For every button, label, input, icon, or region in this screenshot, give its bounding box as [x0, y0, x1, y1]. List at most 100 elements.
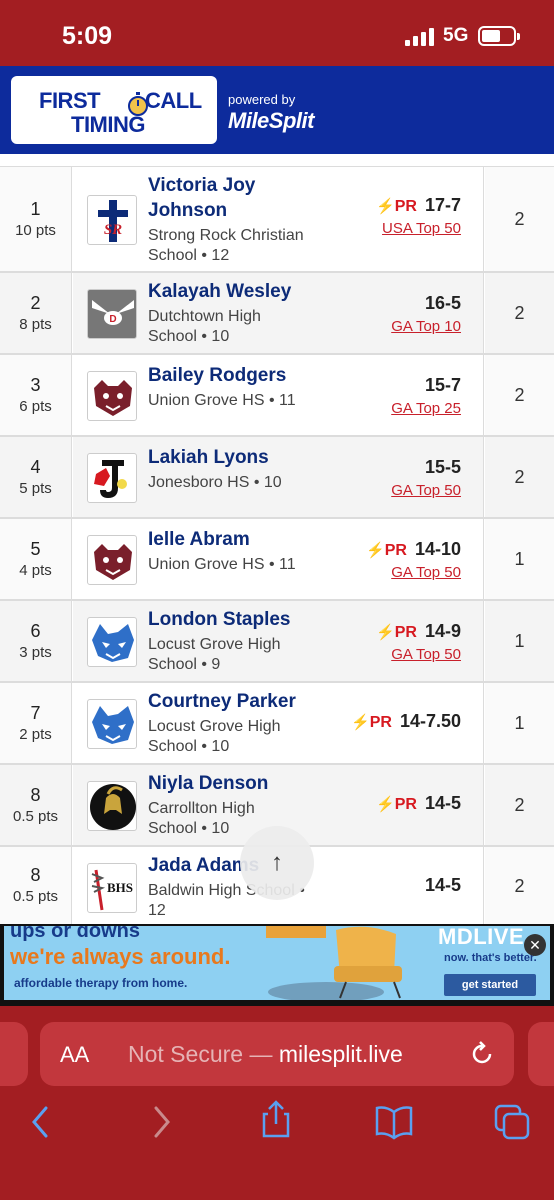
- place-cell: 7 2 pts: [0, 683, 72, 763]
- table-row[interactable]: 7 2 pts Courtney Parker Locust Grove Hig…: [0, 682, 554, 764]
- dutchtown-logo-icon: D: [87, 289, 137, 339]
- ranking-link[interactable]: GA Top 50: [366, 564, 461, 581]
- athlete-name-link[interactable]: Bailey Rodgers: [148, 363, 308, 388]
- logo-word-timing: TIMING: [71, 112, 146, 137]
- mark-value: 16-5: [424, 293, 461, 313]
- ranking-link[interactable]: GA Top 10: [391, 318, 461, 335]
- pr-badge: PR: [369, 714, 392, 731]
- heats-cell: 2: [485, 273, 554, 353]
- athlete-name-link[interactable]: Kalayah Wesley: [148, 279, 308, 304]
- ad-close-icon[interactable]: ✕: [524, 934, 546, 956]
- athlete-cell: Courtney Parker Locust Grove High School…: [73, 683, 484, 763]
- powered-by-label: powered by: [228, 92, 296, 107]
- heats-cell: 2: [485, 765, 554, 845]
- place-cell: 5 4 pts: [0, 519, 72, 599]
- ad-tagline: now. that's better.: [444, 952, 537, 964]
- athlete-name-link[interactable]: Ielle Abram: [148, 527, 308, 552]
- reader-options-button[interactable]: AA: [60, 1042, 89, 1068]
- status-bar: 5:09 5G: [0, 0, 554, 66]
- place-cell: 3 6 pts: [0, 355, 72, 435]
- arrow-up-icon: ↑: [271, 849, 283, 876]
- share-icon[interactable]: [256, 1100, 296, 1140]
- heats-cell: 1: [485, 683, 554, 763]
- athlete-name-link[interactable]: Courtney Parker: [148, 689, 308, 714]
- place-cell: 6 3 pts: [0, 601, 72, 681]
- table-row[interactable]: 2 8 pts D Kalayah Wesley Dutchtown High …: [0, 272, 554, 354]
- logo-word-first: FIRST: [39, 88, 101, 113]
- previous-tab-peek[interactable]: [0, 1022, 28, 1086]
- athlete-school: Dutchtown High School • 10: [148, 308, 261, 345]
- armchair-image: [266, 926, 402, 1000]
- url-display[interactable]: Not Secure — milesplit.live: [128, 1041, 403, 1068]
- place-points: 8 pts: [19, 316, 52, 333]
- place-points: 2 pts: [19, 726, 52, 743]
- heats-cell: 2: [485, 167, 554, 271]
- place-points: 6 pts: [19, 398, 52, 415]
- tabs-icon[interactable]: [492, 1102, 532, 1142]
- ad-banner[interactable]: ups or downs we're always around. afford…: [0, 924, 554, 1006]
- athlete-name-link[interactable]: Niyla Denson: [148, 771, 308, 796]
- table-row[interactable]: 4 5 pts Lakiah Lyons Jonesboro HS • 10 1…: [0, 436, 554, 518]
- pr-lightning-icon: ⚡: [351, 714, 370, 731]
- athlete-cell: SR Victoria Joy Johnson Strong Rock Chri…: [73, 167, 484, 271]
- ad-get-started-button[interactable]: get started: [444, 974, 536, 996]
- next-tab-peek[interactable]: [528, 1022, 554, 1086]
- forward-arrow-icon[interactable]: [140, 1102, 180, 1142]
- place-cell: 2 8 pts: [0, 273, 72, 353]
- place-points: 4 pts: [19, 562, 52, 579]
- signal-icon: [405, 28, 435, 46]
- athlete-cell: Bailey Rodgers Union Grove HS • 11 15-7 …: [73, 355, 484, 435]
- status-time: 5:09: [62, 22, 113, 50]
- heats-cell: 1: [485, 519, 554, 599]
- mark-value: 17-7: [424, 195, 461, 215]
- pr-lightning-icon: ⚡: [376, 198, 395, 215]
- place-cell: 8 0.5 pts: [0, 765, 72, 845]
- athlete-name-link[interactable]: Victoria Joy Johnson: [148, 173, 308, 223]
- ranking-link[interactable]: GA Top 50: [391, 482, 461, 499]
- athlete-school: Strong Rock Christian School • 12: [148, 227, 304, 264]
- place-number: 3: [30, 375, 41, 395]
- heats-cell: 2: [485, 437, 554, 517]
- athlete-school: Union Grove HS • 11: [148, 556, 296, 573]
- table-row[interactable]: 3 6 pts Bailey Rodgers Union Grove HS • …: [0, 354, 554, 436]
- table-row[interactable]: 6 3 pts London Staples Locust Grove High…: [0, 600, 554, 682]
- scroll-to-top-button[interactable]: ↑: [240, 826, 314, 900]
- wolverine-logo-icon: [87, 535, 137, 585]
- place-points: 10 pts: [15, 222, 56, 239]
- back-arrow-icon[interactable]: [22, 1102, 62, 1142]
- not-secure-label: Not Secure —: [128, 1041, 273, 1067]
- table-row[interactable]: 1 10 pts SR Victoria Joy Johnson Strong …: [0, 166, 554, 272]
- place-points: 0.5 pts: [12, 888, 59, 905]
- ranking-link[interactable]: GA Top 25: [391, 400, 461, 417]
- athlete-name-link[interactable]: Lakiah Lyons: [148, 445, 308, 470]
- wolverine-logo-icon: [87, 371, 137, 421]
- athlete-cell: Ielle Abram Union Grove HS • 11 ⚡PR 14-10…: [73, 519, 484, 599]
- ad-headline-1: ups or downs: [10, 926, 140, 942]
- first-call-timing-logo[interactable]: FIRST CALL TIMING: [11, 76, 217, 144]
- milesplit-logo[interactable]: MileSplit: [228, 108, 314, 134]
- athlete-school: Locust Grove High School • 10: [148, 718, 281, 755]
- pr-badge: PR: [394, 198, 417, 215]
- place-cell: 4 5 pts: [0, 437, 72, 517]
- logo-word-call: CALL: [145, 88, 202, 113]
- place-cell: 1 10 pts: [0, 167, 72, 271]
- athlete-name-link[interactable]: London Staples: [148, 607, 308, 632]
- ranking-link[interactable]: GA Top 50: [376, 646, 461, 663]
- table-row[interactable]: 5 4 pts Ielle Abram Union Grove HS • 11 …: [0, 518, 554, 600]
- wildcat-logo-icon: [87, 699, 137, 749]
- athlete-school: Locust Grove High School • 9: [148, 636, 281, 673]
- place-number: 1: [30, 199, 41, 219]
- ranking-link[interactable]: USA Top 50: [376, 220, 461, 237]
- mark-value: 14-5: [424, 875, 461, 895]
- baldwin-logo-icon: BHS: [87, 863, 137, 913]
- ad-subtext: affordable therapy from home.: [14, 976, 188, 990]
- place-number: 8: [30, 785, 41, 805]
- bookmarks-icon[interactable]: [374, 1102, 414, 1142]
- reload-icon[interactable]: [468, 1040, 496, 1068]
- place-number: 7: [30, 703, 41, 723]
- place-number: 2: [30, 293, 41, 313]
- jonesboro-logo-icon: [87, 453, 137, 503]
- ad-headline-2: we're always around.: [10, 944, 231, 969]
- address-bar[interactable]: AA Not Secure — milesplit.live: [40, 1022, 514, 1086]
- mark-value: 15-5: [424, 457, 461, 477]
